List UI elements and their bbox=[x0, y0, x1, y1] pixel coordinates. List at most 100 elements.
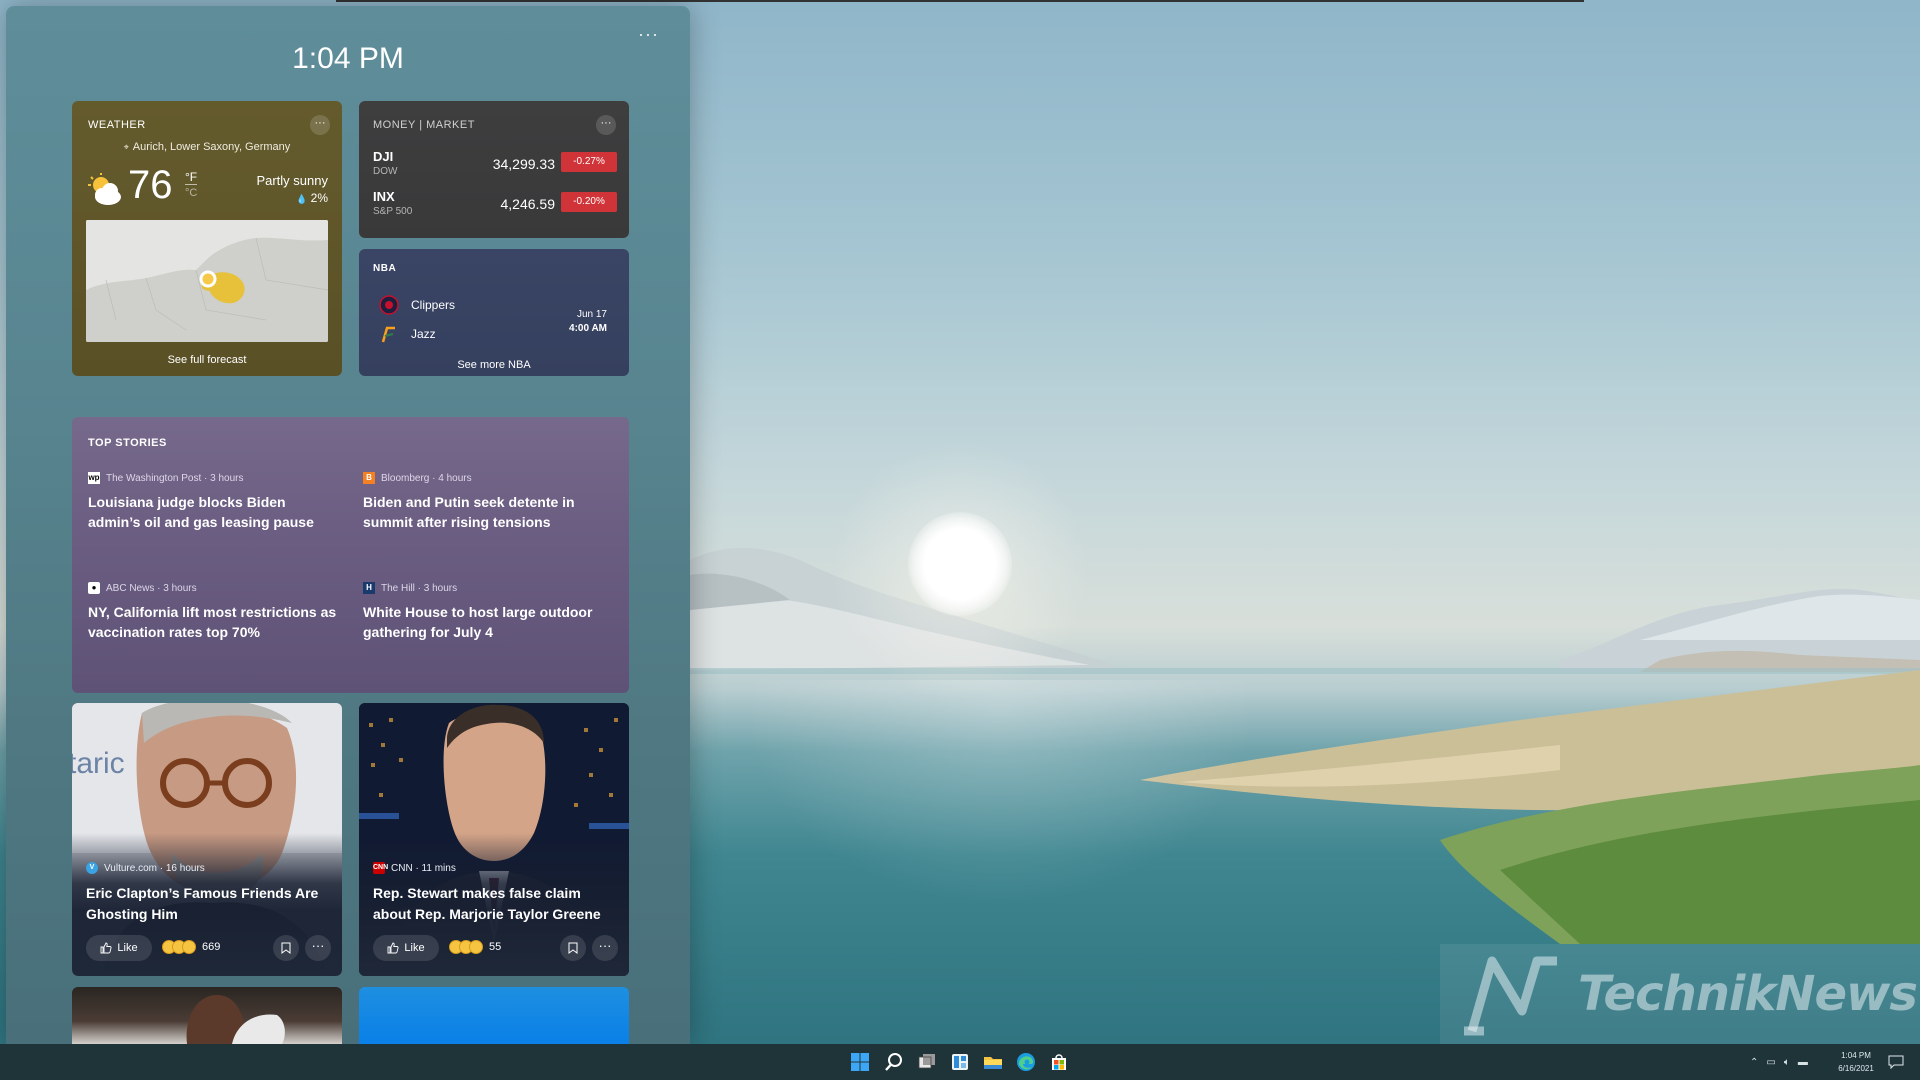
thinking-reaction-icon bbox=[182, 940, 196, 954]
watermark-text: TechnikNews bbox=[1578, 966, 1918, 1022]
stock-change-badge: -0.27% bbox=[561, 152, 617, 172]
weather-location: ⌖ Aurich, Lower Saxony, Germany bbox=[123, 141, 291, 153]
top-stories-title: TOP STORIES bbox=[88, 437, 167, 449]
radar-map-illustration bbox=[86, 220, 328, 342]
location-pin-icon: ⌖ bbox=[123, 142, 129, 152]
game-time: 4:00 AM bbox=[569, 323, 607, 334]
reactions-summary[interactable]: 669 bbox=[162, 940, 220, 954]
keyboard-icon[interactable]: ▬ bbox=[1798, 1057, 1808, 1068]
like-button[interactable]: Like bbox=[373, 935, 439, 961]
search-icon[interactable] bbox=[883, 1051, 905, 1073]
story-item[interactable]: H The Hill · 3 hours White House to host… bbox=[363, 581, 613, 642]
bookmark-button[interactable] bbox=[560, 935, 586, 961]
nba-widget[interactable]: NBA Clippers Jazz Jun 17 4:00 AM See mor… bbox=[359, 249, 629, 376]
stock-value: 4,246.59 bbox=[500, 196, 556, 212]
thumbs-up-icon bbox=[387, 942, 399, 954]
news-more-button[interactable]: ··· bbox=[305, 935, 331, 961]
stock-value: 34,299.33 bbox=[492, 156, 555, 172]
money-title: MONEY | MARKET bbox=[373, 119, 475, 131]
thinking-reaction-icon bbox=[469, 940, 483, 954]
panel-more-button[interactable]: ··· bbox=[638, 24, 659, 45]
news-photo bbox=[186, 995, 285, 1044]
panel-time: 1:04 PM bbox=[292, 42, 404, 75]
stock-name: DOW bbox=[373, 166, 398, 177]
start-icon[interactable] bbox=[849, 1051, 871, 1073]
top-window-edge bbox=[336, 0, 1584, 2]
weather-more-button[interactable]: ··· bbox=[310, 115, 330, 135]
weather-temperature: 76 bbox=[128, 163, 173, 207]
network-icon[interactable]: ▭ bbox=[1766, 1057, 1775, 1068]
partly-sunny-icon bbox=[88, 173, 121, 205]
task-view-icon[interactable] bbox=[916, 1051, 938, 1073]
news-card-partial[interactable] bbox=[72, 987, 342, 1044]
game-date: Jun 17 bbox=[576, 309, 607, 320]
story-headline[interactable]: White House to host large outdoor gather… bbox=[363, 602, 613, 642]
sun bbox=[908, 512, 1012, 616]
news-card[interactable]: CNN CNN · 11 mins Rep. Stewart makes fal… bbox=[359, 703, 629, 976]
reaction-count: 669 bbox=[202, 941, 221, 953]
chevron-up-icon[interactable]: ⌃ bbox=[1750, 1057, 1758, 1068]
weather-precipitation: 💧 2% bbox=[296, 191, 328, 205]
thumbs-up-icon bbox=[100, 942, 112, 954]
story-item[interactable]: B Bloomberg · 4 hours Biden and Putin se… bbox=[363, 471, 613, 532]
news-headline[interactable]: Rep. Stewart makes false claim about Rep… bbox=[373, 883, 618, 925]
stock-change-badge: -0.20% bbox=[561, 192, 617, 212]
story-item[interactable]: ● ABC News · 3 hours NY, California lift… bbox=[88, 581, 338, 642]
clippers-logo-icon bbox=[379, 295, 399, 315]
money-market-widget[interactable]: MONEY | MARKET ··· DJI DOW 34,299.33 -0.… bbox=[359, 101, 629, 238]
store-icon[interactable] bbox=[1048, 1051, 1070, 1073]
story-source: H The Hill · 3 hours bbox=[363, 581, 613, 595]
bookmark-icon bbox=[281, 942, 291, 954]
team-name: Jazz bbox=[411, 327, 436, 341]
news-card-partial[interactable] bbox=[359, 987, 629, 1044]
stock-row[interactable]: INX S&P 500 4,246.59 -0.20% bbox=[373, 189, 617, 225]
news-actions: Like 55 ··· bbox=[373, 935, 618, 963]
file-explorer-icon[interactable] bbox=[982, 1051, 1004, 1073]
story-source: wp The Washington Post · 3 hours bbox=[88, 472, 244, 484]
abc-news-icon: ● bbox=[88, 582, 100, 594]
stock-symbol: DJI bbox=[373, 149, 394, 164]
team-name: Clippers bbox=[411, 298, 456, 312]
news-headline[interactable]: Eric Clapton’s Famous Friends Are Ghosti… bbox=[86, 883, 331, 925]
reactions-summary[interactable]: 55 bbox=[449, 940, 501, 954]
lake-reflection bbox=[700, 680, 1300, 940]
taskbar-clock[interactable]: 1:04 PM 6/16/2021 bbox=[1826, 1049, 1886, 1075]
weather-condition: Partly sunny bbox=[256, 173, 328, 188]
stock-name: S&P 500 bbox=[373, 206, 413, 217]
clock-date: 6/16/2021 bbox=[1838, 1064, 1874, 1073]
stock-symbol: INX bbox=[373, 189, 395, 204]
stock-row[interactable]: DJI DOW 34,299.33 -0.27% bbox=[373, 149, 617, 185]
see-more-nba-link[interactable]: See more NBA bbox=[359, 359, 629, 371]
weather-widget[interactable]: WEATHER ··· ⌖ Aurich, Lower Saxony, Germa… bbox=[72, 101, 342, 376]
the-hill-icon: H bbox=[363, 582, 375, 594]
see-full-forecast-link[interactable]: See full forecast bbox=[72, 354, 342, 366]
clock-time: 1:04 PM bbox=[1841, 1051, 1871, 1060]
watermark: TechnikNews bbox=[1440, 944, 1920, 1044]
notification-center-icon[interactable] bbox=[1888, 1055, 1904, 1069]
story-source: ● ABC News · 3 hours bbox=[88, 581, 338, 595]
unit-celsius-toggle[interactable]: °C bbox=[185, 187, 197, 199]
top-stories-widget: TOP STORIES wp The Washington Post · 3 h… bbox=[72, 417, 629, 693]
weather-title: WEATHER bbox=[88, 119, 146, 131]
money-more-button[interactable]: ··· bbox=[596, 115, 616, 135]
story-headline[interactable]: Biden and Putin seek detente in summit a… bbox=[363, 492, 613, 532]
like-button[interactable]: Like bbox=[86, 935, 152, 961]
weather-map[interactable] bbox=[86, 220, 328, 342]
news-card[interactable]: taric V Vulture.com · 16 hours Eric Clap… bbox=[72, 703, 342, 976]
story-headline[interactable]: NY, California lift most restrictions as… bbox=[88, 602, 338, 642]
system-tray: ⌃ ▭ 🔈︎ ▬ bbox=[1750, 1044, 1816, 1080]
unit-fahrenheit-toggle[interactable]: °F bbox=[185, 170, 198, 185]
bookmark-button[interactable] bbox=[273, 935, 299, 961]
taskbar: ⌃ ▭ 🔈︎ ▬ 1:04 PM 6/16/2021 bbox=[0, 1044, 1920, 1080]
bookmark-icon bbox=[568, 942, 578, 954]
story-item[interactable]: wp The Washington Post · 3 hours Louisia… bbox=[88, 471, 338, 532]
news-source: CNN CNN · 11 mins bbox=[373, 862, 456, 874]
widgets-icon[interactable] bbox=[949, 1051, 971, 1073]
volume-icon[interactable]: 🔈︎ bbox=[1784, 1057, 1790, 1068]
technik-news-logo-icon bbox=[1464, 956, 1557, 1036]
widgets-panel: 1:04 PM ··· WEATHER ··· ⌖ Aurich, Lower S… bbox=[6, 6, 690, 1044]
news-actions: Like 669 ··· bbox=[86, 935, 331, 963]
edge-icon[interactable] bbox=[1015, 1051, 1037, 1073]
news-more-button[interactable]: ··· bbox=[592, 935, 618, 961]
story-headline[interactable]: Louisiana judge blocks Biden admin’s oil… bbox=[88, 492, 338, 532]
